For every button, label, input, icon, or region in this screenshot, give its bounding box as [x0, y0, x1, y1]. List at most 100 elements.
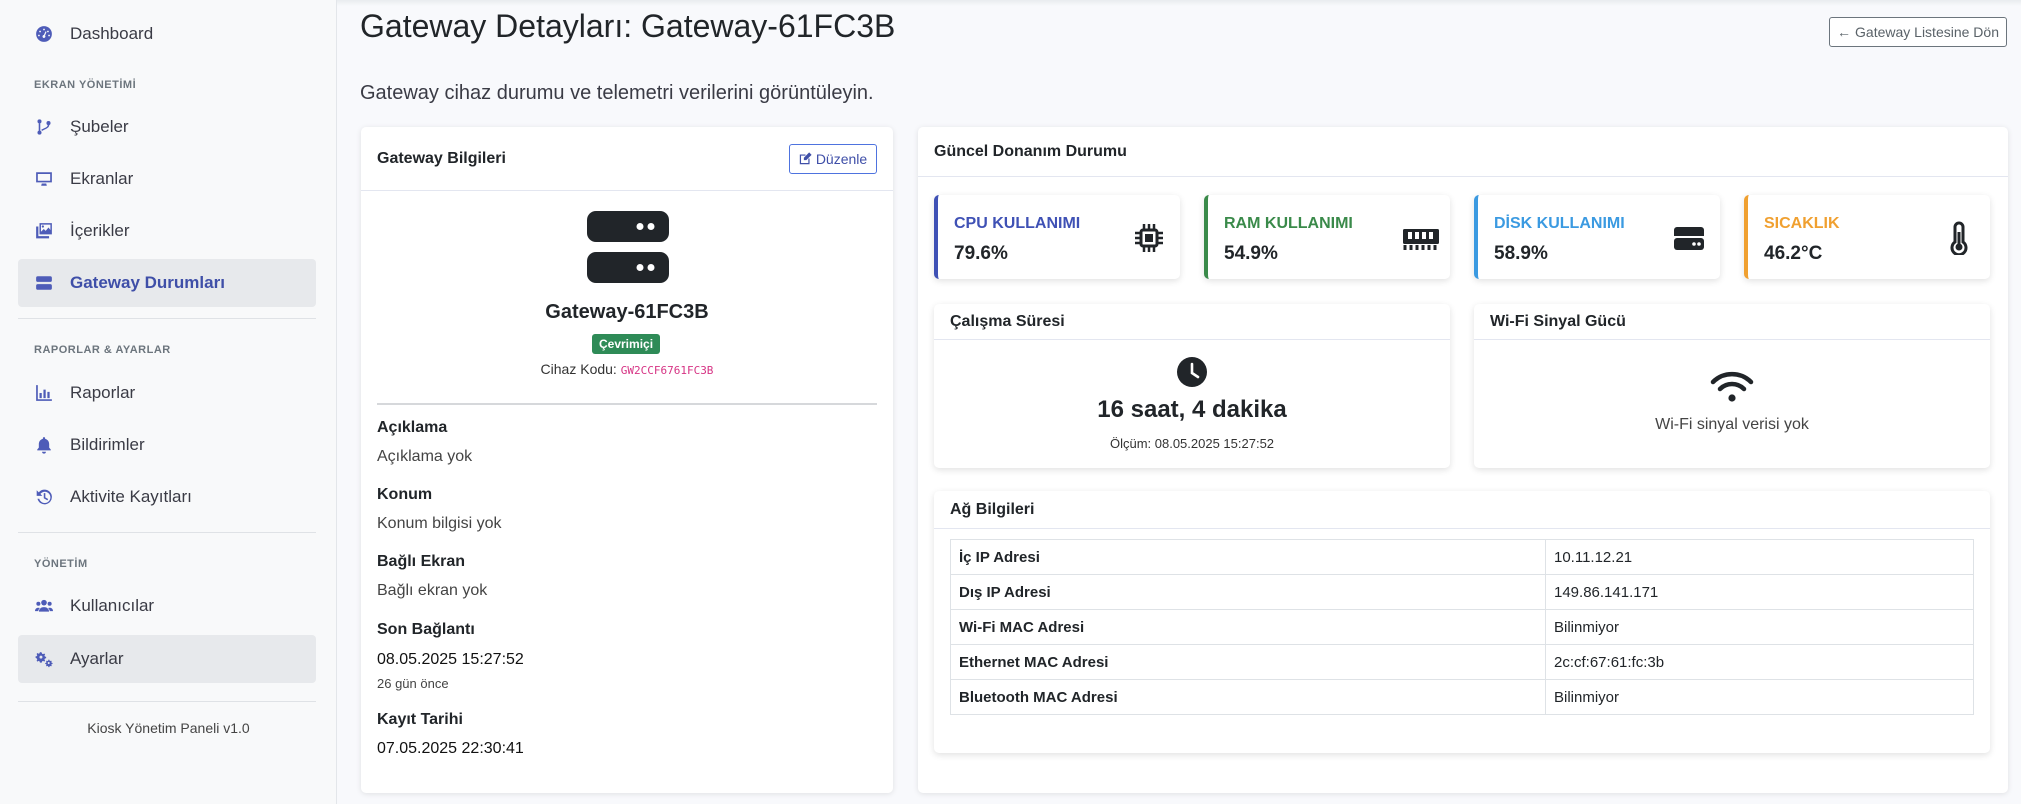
- server-icon: [34, 273, 54, 293]
- sidebar-item-label: Dashboard: [70, 24, 154, 43]
- gateway-info-card: Gateway Bilgileri Düzenle Gateway-61FC3B…: [361, 127, 893, 793]
- network-card: Ağ Bilgileri İç IP Adresi 10.11.12.21 Dış…: [934, 491, 1990, 753]
- description-value: Açıklama yok: [377, 448, 473, 465]
- network-table: İç IP Adresi 10.11.12.21 Dış IP Adresi 149…: [950, 539, 1974, 715]
- card-title: Gateway Bilgileri: [377, 149, 506, 167]
- temperature-stat-card: SICAKLIK 46.2°C: [1744, 195, 1990, 279]
- uptime-value: 16 saat, 4 dakika: [1097, 396, 1287, 423]
- sidebar-item-label: Gateway Durumları: [70, 273, 225, 292]
- card-title: Wi-Fi Sinyal Gücü: [1490, 312, 1626, 330]
- ram-stat-card: RAM KULLANIMI 54.9%: [1204, 195, 1450, 279]
- topbar-shadow: [337, 0, 2021, 6]
- sidebar: Dashboard EKRAN YÖNETİMİ Şubeler Ekranla…: [0, 0, 337, 804]
- sidebar-item-gateway[interactable]: Gateway Durumları: [18, 259, 316, 307]
- gauge-icon: [34, 24, 54, 44]
- sidebar-item-aktivite[interactable]: Aktivite Kayıtları: [18, 473, 316, 521]
- table-cell-value: Bilinmiyor: [1545, 609, 1974, 645]
- sidebar-item-ayarlar[interactable]: Ayarlar: [18, 635, 316, 683]
- registration-label: Kayıt Tarihi: [377, 711, 463, 728]
- linked-screen-label: Bağlı Ekran: [377, 553, 466, 570]
- table-row: Dış IP Adresi 149.86.141.171: [950, 574, 1974, 610]
- table-row: İç IP Adresi 10.11.12.21: [950, 539, 1974, 575]
- wifi-value: Wi-Fi sinyal verisi yok: [1655, 416, 1809, 433]
- arrow-left-icon: ←: [1837, 24, 1852, 40]
- sidebar-item-subeler[interactable]: Şubeler: [18, 103, 316, 151]
- table-cell-key: Bluetooth MAC Adresi: [950, 679, 1546, 715]
- page-subtitle: Gateway cihaz durumu ve telemetri verile…: [360, 82, 874, 104]
- back-to-list-button[interactable]: ← Gateway Listesine Dön: [1829, 17, 2007, 47]
- table-cell-key: Wi-Fi MAC Adresi: [950, 609, 1546, 645]
- location-label: Konum: [377, 486, 433, 503]
- disk-stat-card: DİSK KULLANIMI 58.9%: [1474, 195, 1720, 279]
- sidebar-item-label: Kullanıcılar: [70, 596, 155, 615]
- stat-value: 79.6%: [954, 243, 1008, 264]
- desktop-icon: [34, 169, 54, 189]
- sidebar-divider: [18, 532, 316, 533]
- sidebar-item-label: Bildirimler: [70, 435, 145, 454]
- sidebar-item-label: Ayarlar: [70, 649, 124, 668]
- cpu-stat-card: CPU KULLANIMI 79.6%: [934, 195, 1180, 279]
- table-row: Bluetooth MAC Adresi Bilinmiyor: [950, 679, 1974, 715]
- sidebar-item-label: Ekranlar: [70, 169, 134, 188]
- table-cell-key: Dış IP Adresi: [950, 574, 1546, 610]
- stat-label: CPU KULLANIMI: [954, 215, 1081, 232]
- bar-chart-icon: [34, 383, 54, 403]
- memory-icon: [1402, 221, 1440, 255]
- wifi-header: Wi-Fi Sinyal Gücü: [1474, 304, 1990, 340]
- stat-value: 54.9%: [1224, 243, 1278, 264]
- card-title: Ağ Bilgileri: [950, 500, 1035, 518]
- location-value: Konum bilgisi yok: [377, 515, 502, 532]
- bell-icon: [34, 435, 54, 455]
- edit-button-label: Düzenle: [815, 150, 868, 167]
- gateway-name: Gateway-61FC3B: [545, 301, 709, 323]
- device-code-value: GW2CCF6761FC3B: [620, 364, 714, 377]
- card-title: Güncel Donanım Durumu: [934, 142, 1127, 160]
- stat-label: SICAKLIK: [1764, 215, 1840, 232]
- description-label: Açıklama: [377, 419, 448, 436]
- edit-button[interactable]: Düzenle: [789, 143, 877, 174]
- wifi-icon: [1710, 371, 1754, 402]
- stat-label: DİSK KULLANIMI: [1494, 215, 1625, 232]
- sidebar-item-kullanicilar[interactable]: Kullanıcılar: [18, 582, 316, 630]
- section-title-screen: EKRAN YÖNETİMİ: [34, 79, 137, 91]
- thermometer-icon: [1942, 221, 1976, 257]
- sidebar-item-label: İçerikler: [70, 221, 130, 240]
- sidebar-item-label: Raporlar: [70, 383, 136, 402]
- registration-value: 07.05.2025 22:30:41: [377, 740, 524, 757]
- table-row: Ethernet MAC Adresi 2c:cf:67:61:fc:3b: [950, 644, 1974, 680]
- stat-label: RAM KULLANIMI: [1224, 215, 1353, 232]
- wifi-card: Wi-Fi Sinyal Gücü Wi-Fi sinyal verisi yo…: [1474, 304, 1990, 468]
- section-title-admin: YÖNETİM: [34, 558, 88, 570]
- sidebar-item-label: Şubeler: [70, 117, 129, 136]
- stat-value: 58.9%: [1494, 243, 1548, 264]
- table-cell-value: 2c:cf:67:61:fc:3b: [1545, 644, 1974, 680]
- status-badge: Çevrimiçi: [592, 334, 661, 354]
- last-connection-relative: 26 gün önce: [377, 676, 449, 691]
- stat-value: 46.2°C: [1764, 243, 1823, 264]
- sidebar-item-icerikler[interactable]: İçerikler: [18, 207, 316, 255]
- sidebar-footer: Kiosk Yönetim Paneli v1.0: [87, 720, 250, 736]
- back-button-label: Gateway Listesine Dön: [1855, 24, 1999, 40]
- info-separator: [377, 403, 877, 405]
- sidebar-divider: [18, 701, 316, 702]
- clock-icon: [1177, 357, 1207, 387]
- branch-icon: [34, 117, 54, 137]
- sidebar-item-bildirimler[interactable]: Bildirimler: [18, 421, 316, 469]
- images-icon: [34, 221, 54, 241]
- sidebar-item-ekranlar[interactable]: Ekranlar: [18, 155, 316, 203]
- last-connection-label: Son Bağlantı: [377, 621, 475, 638]
- section-title-reports: RAPORLAR & AYARLAR: [34, 344, 171, 356]
- users-icon: [34, 596, 54, 616]
- cpu-icon: [1132, 221, 1166, 255]
- history-icon: [34, 487, 54, 507]
- table-cell-value: 10.11.12.21: [1545, 539, 1974, 575]
- edit-icon: [799, 152, 812, 165]
- uptime-header: Çalışma Süresi: [934, 304, 1450, 340]
- sidebar-item-raporlar[interactable]: Raporlar: [18, 369, 316, 417]
- table-cell-key: İç IP Adresi: [950, 539, 1546, 575]
- server-large-icon: [587, 211, 669, 283]
- network-header: Ağ Bilgileri: [934, 491, 1990, 529]
- sidebar-divider: [18, 318, 316, 319]
- sidebar-item-dashboard[interactable]: Dashboard: [18, 10, 316, 58]
- device-code: Cihaz Kodu: GW2CCF6761FC3B: [361, 361, 893, 377]
